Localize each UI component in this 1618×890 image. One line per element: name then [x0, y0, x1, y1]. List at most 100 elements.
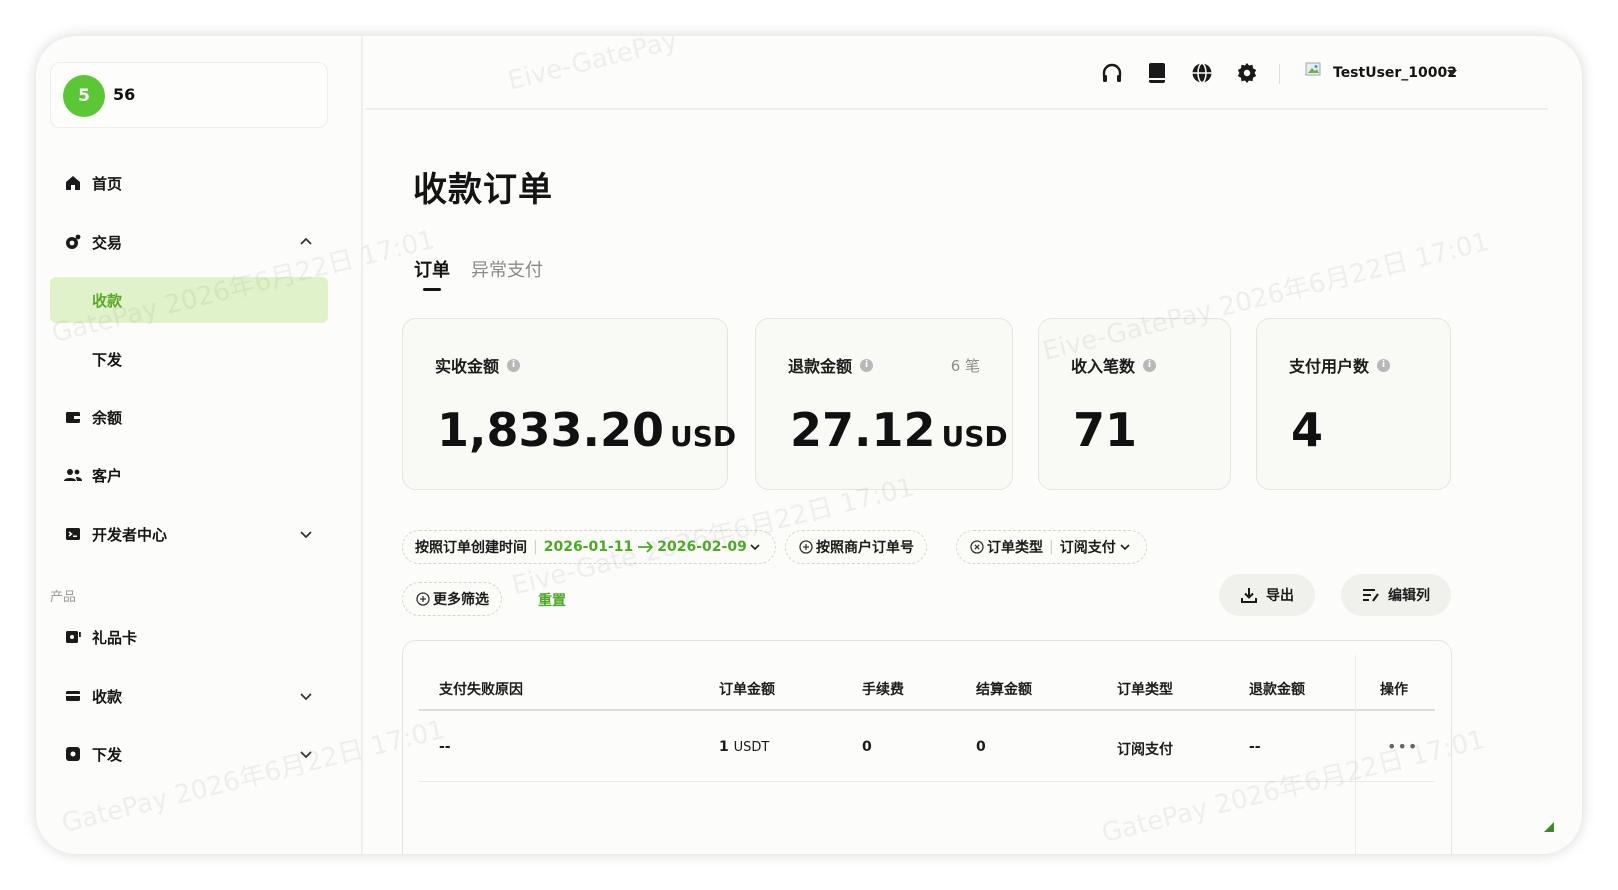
avatar[interactable] — [1305, 62, 1327, 82]
caret-down-icon[interactable] — [1447, 70, 1457, 76]
clear-circle-icon[interactable] — [969, 539, 987, 555]
date-start: 2026-01-11 — [543, 539, 634, 555]
arrow-right-icon — [638, 541, 654, 553]
info-icon[interactable]: i — [860, 358, 874, 372]
stat-value: 27.12 — [790, 403, 936, 457]
column-header[interactable]: 支付失败原因 — [439, 679, 523, 699]
stat-value-wrap: 1,833.20 USD — [437, 403, 736, 457]
stat-label-wrap: 收入笔数 i — [1071, 353, 1157, 377]
plus-circle-icon — [799, 540, 813, 554]
merchant-order-filter[interactable]: 按照商户订单号 — [785, 530, 927, 564]
cell-fail-reason: -- — [439, 739, 451, 755]
wallet-icon — [64, 408, 82, 426]
merchant-avatar: 5 — [63, 75, 105, 117]
edit-columns-button[interactable]: 编辑列 — [1341, 574, 1451, 616]
column-header[interactable]: 订单类型 — [1117, 679, 1173, 699]
merchant-switcher[interactable]: 5 56 — [50, 62, 328, 128]
stat-label-wrap: 支付用户数 i — [1289, 353, 1391, 377]
stat-unit: USD — [941, 420, 1008, 453]
active-tab-indicator — [423, 288, 441, 291]
edit-columns-label: 编辑列 — [1388, 588, 1430, 604]
sidebar-item-product-collection[interactable]: 收款 — [50, 673, 328, 719]
cell-amount: 1 USDT — [719, 739, 769, 755]
info-icon[interactable]: i — [1377, 358, 1391, 372]
reset-filters-link[interactable]: 重置 — [538, 590, 566, 610]
chevron-down-icon — [300, 531, 312, 539]
stat-label: 退款金额 — [788, 357, 853, 376]
sidebar-item-label: 余额 — [92, 408, 123, 427]
chip-separator: | — [1049, 539, 1054, 555]
download-icon — [1241, 588, 1257, 603]
column-header[interactable]: 订单金额 — [719, 679, 775, 699]
chevron-down-icon — [300, 751, 312, 759]
date-end: 2026-02-09 — [657, 539, 747, 555]
header-divider — [1279, 64, 1280, 84]
sidebar-item-balance[interactable]: 余额 — [50, 394, 328, 440]
stat-value-wrap: 71 — [1073, 403, 1137, 457]
column-header[interactable]: 结算金额 — [976, 679, 1032, 699]
edit-columns-icon — [1363, 589, 1379, 602]
terminal-icon — [64, 525, 82, 543]
stat-value-wrap: 4 — [1291, 403, 1323, 457]
resize-handle[interactable] — [1544, 822, 1554, 832]
card-icon — [64, 687, 82, 705]
order-type-filter[interactable]: 订单类型 | 订阅支付 — [956, 530, 1147, 564]
chevron-down-icon — [300, 693, 312, 701]
transaction-icon — [64, 233, 82, 251]
tab-abnormal-payments[interactable]: 异常支付 — [471, 256, 543, 282]
sidebar-item-giftcard[interactable]: 礼品卡 — [50, 614, 328, 660]
globe-icon[interactable] — [1189, 60, 1215, 86]
sidebar-item-label: 首页 — [92, 174, 123, 193]
sidebar-item-transactions[interactable]: 交易 — [50, 219, 328, 265]
stat-card-received: 实收金额 i 1,833.20 USD — [402, 318, 736, 490]
app-window: 5 56 首页 交易 收款 下发 余额 客户 开发者中心 产品 礼品卡 收款 下… — [36, 36, 1582, 854]
date-range-filter[interactable]: 按照订单创建时间 | 2026-01-11 2026-02-09 — [402, 530, 776, 564]
info-icon[interactable]: i — [1143, 358, 1157, 372]
column-header: 操作 — [1380, 682, 1408, 698]
row-divider — [419, 781, 1435, 782]
sidebar-item-collection[interactable]: 收款 — [50, 277, 328, 323]
stat-value: 71 — [1073, 403, 1138, 457]
order-type-label: 订单类型 — [987, 540, 1043, 556]
stat-label: 收入笔数 — [1071, 357, 1136, 376]
amount-unit: USDT — [733, 740, 770, 755]
cell-settled: 0 — [976, 739, 986, 755]
order-type-value: 订阅支付 — [1059, 540, 1116, 556]
more-actions-icon[interactable]: ••• — [1387, 737, 1418, 756]
sidebar-item-label: 下发 — [92, 745, 123, 764]
stat-label: 支付用户数 — [1289, 357, 1370, 376]
section-label-products: 产品 — [50, 590, 77, 605]
stat-label-wrap: 实收金额 i — [435, 353, 521, 377]
header-divider — [419, 709, 1435, 711]
headset-icon[interactable] — [1099, 60, 1125, 86]
gear-icon[interactable] — [1234, 60, 1260, 86]
info-icon[interactable]: i — [507, 358, 521, 372]
export-button[interactable]: 导出 — [1219, 574, 1315, 616]
date-filter-label: 按照订单创建时间 — [415, 540, 527, 556]
sidebar-item-payout[interactable]: 下发 — [50, 336, 328, 382]
tab-orders[interactable]: 订单 — [414, 256, 450, 282]
stat-label-wrap: 退款金额 i — [788, 353, 874, 377]
book-icon[interactable] — [1144, 60, 1170, 86]
username[interactable]: TestUser_10002 — [1333, 65, 1457, 81]
cell-fee: 0 — [862, 739, 872, 755]
sidebar-item-label: 收款 — [92, 291, 123, 310]
stat-value: 1,833.20 — [437, 403, 664, 457]
stat-unit: USD — [670, 420, 737, 453]
sidebar-item-home[interactable]: 首页 — [50, 160, 328, 206]
page-title: 收款订单 — [413, 170, 553, 210]
top-bar: TestUser_10002 — [365, 36, 1548, 110]
sidebar-item-product-payout[interactable]: 下发 — [50, 731, 328, 777]
chevron-up-icon — [300, 237, 312, 245]
cell-refund: -- — [1249, 739, 1261, 755]
chevron-down-icon — [750, 544, 760, 551]
sidebar-item-label: 收款 — [92, 687, 123, 706]
more-filters-button[interactable]: 更多筛选 — [402, 582, 502, 616]
chip-separator: | — [533, 539, 538, 555]
column-header[interactable]: 手续费 — [862, 679, 904, 699]
sidebar-item-customers[interactable]: 客户 — [50, 452, 328, 498]
users-icon — [64, 466, 82, 484]
sidebar-item-developer[interactable]: 开发者中心 — [50, 511, 328, 557]
column-header[interactable]: 退款金额 — [1249, 679, 1305, 699]
stat-card-paying-users: 支付用户数 i 4 — [1256, 318, 1451, 490]
